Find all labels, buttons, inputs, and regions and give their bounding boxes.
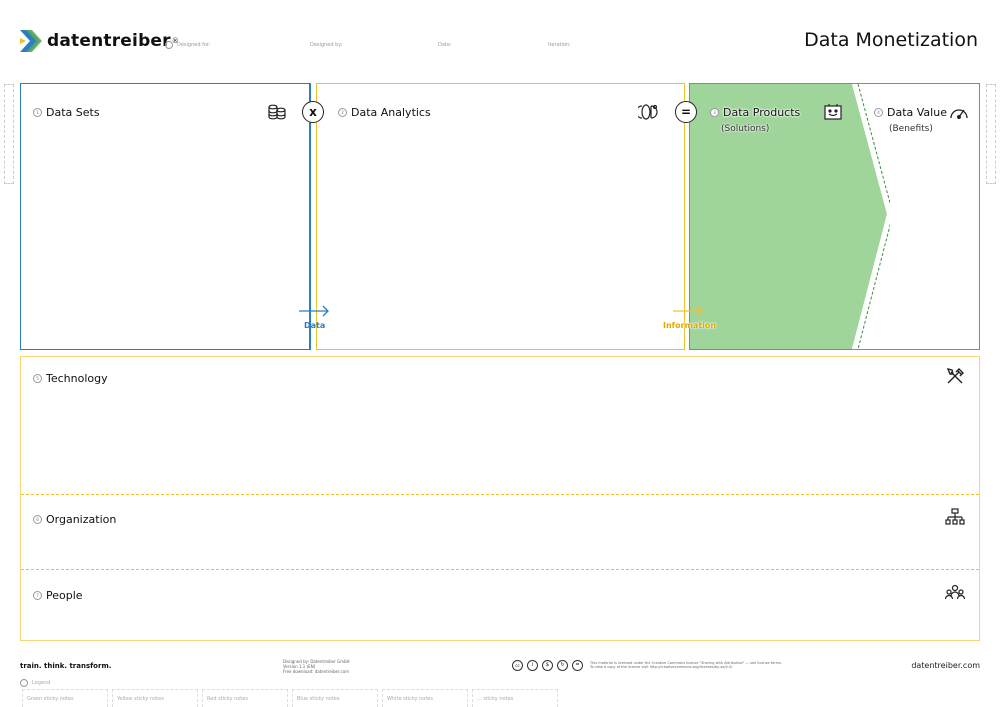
people-area[interactable] <box>22 571 978 639</box>
meta-iteration: Iteration: <box>548 42 571 48</box>
left-side-tab <box>4 84 14 184</box>
org-chart-icon <box>945 508 965 525</box>
legend-blue: Blue sticky notes <box>292 689 378 707</box>
footer-license: This material is licensed under the Crea… <box>590 661 782 669</box>
meta-icon <box>165 41 173 49</box>
page-title: Data Monetization <box>804 29 978 51</box>
organization-area[interactable] <box>22 496 978 568</box>
arrow-right-icon <box>299 305 329 317</box>
data-flow-label: Data <box>304 321 326 330</box>
legend-red: Red sticky notes <box>202 689 288 707</box>
coins-icon <box>268 104 286 120</box>
data-products-arrow-shape <box>690 84 890 349</box>
sa-icon: ↻ <box>557 660 568 671</box>
brain-icon <box>638 104 658 120</box>
data-sets-label: 1 Data Sets <box>33 106 100 119</box>
data-value-label: 4 Data Value <box>874 106 947 119</box>
logo-chevron-icon <box>20 30 42 52</box>
meta-date: Date: <box>438 42 452 48</box>
people-label: 7 People <box>33 589 83 602</box>
organization-label: 6 Organization <box>33 513 116 526</box>
cc-icon: cc <box>512 660 523 671</box>
technology-area[interactable] <box>22 358 978 493</box>
data-products-label: 3 Data Products <box>710 106 800 119</box>
people-icon <box>945 584 965 600</box>
data-analytics-label: 2 Data Analytics <box>338 106 431 119</box>
license-icons: cc i $ ↻ = <box>512 660 583 671</box>
data-value-sub: (Benefits) <box>889 124 933 134</box>
nd-icon: = <box>572 660 583 671</box>
footer-credits: Designed by: Datentreiber GmbH Version 1… <box>283 659 350 674</box>
org-people-divider <box>21 569 979 570</box>
equals-operator: = <box>675 101 697 123</box>
legend-yellow: Yellow sticky notes <box>112 689 198 707</box>
footer-tagline: train. think. transform. <box>20 662 112 670</box>
legend-white: White sticky notes <box>382 689 468 707</box>
product-icon <box>824 104 842 120</box>
multiply-operator: x <box>302 101 324 123</box>
legend-label: Legend <box>20 679 50 687</box>
footer-url[interactable]: datentreiber.com <box>911 661 980 670</box>
technology-label: 5 Technology <box>33 372 108 385</box>
tools-icon <box>946 367 964 384</box>
legend-icon <box>20 679 28 687</box>
information-flow-label: Information <box>663 321 717 330</box>
nc-icon: $ <box>542 660 553 671</box>
data-sets-box[interactable] <box>20 83 311 350</box>
right-side-tab <box>986 84 996 184</box>
meta-designed-for: Designed for: <box>165 41 211 49</box>
logo-text: datentreiber <box>47 31 171 51</box>
section-number: 1 <box>33 108 42 117</box>
speedometer-icon <box>950 109 968 119</box>
meta-designed-by: Designed by: <box>310 42 343 48</box>
logo: datentreiber ® <box>20 30 179 52</box>
data-analytics-box[interactable] <box>316 83 685 350</box>
legend-other: ... sticky notes <box>472 689 558 707</box>
data-products-sub: (Solutions) <box>721 124 770 134</box>
legend-green: Green sticky notes <box>22 689 108 707</box>
arrow-right-icon <box>673 305 703 317</box>
by-icon: i <box>527 660 538 671</box>
tech-org-divider <box>21 494 979 495</box>
